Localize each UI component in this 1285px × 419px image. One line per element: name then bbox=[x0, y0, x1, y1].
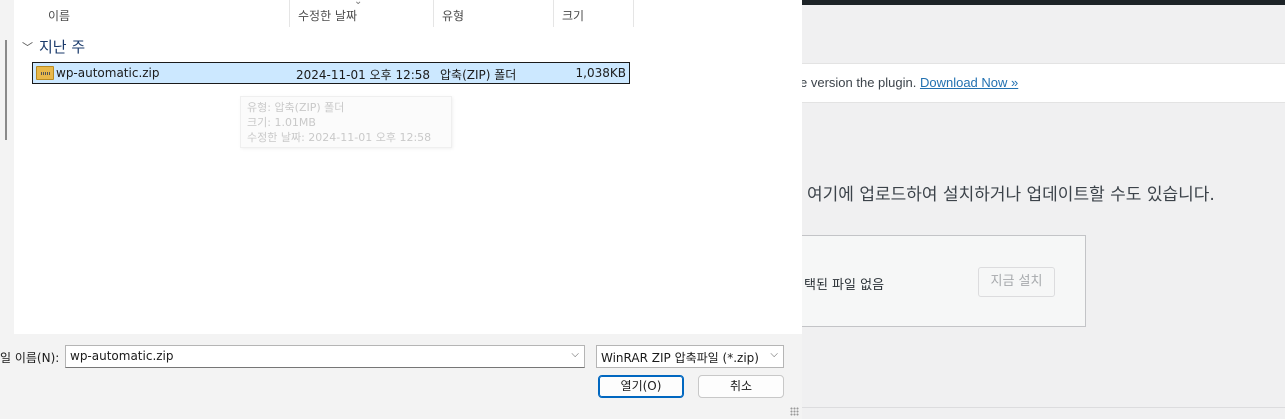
resize-grip-icon[interactable] bbox=[790, 407, 799, 416]
file-info-tooltip: 유형: 압축(ZIP) 폴더 크기: 1.01MB 수정한 날짜: 2024-1… bbox=[240, 96, 452, 148]
tooltip-type: 유형: 압축(ZIP) 폴더 bbox=[247, 101, 345, 114]
cancel-button[interactable]: 취소 bbox=[698, 375, 784, 398]
navigation-pane-scrollbar[interactable] bbox=[0, 0, 14, 334]
notice-text: e version the plugin. bbox=[800, 75, 920, 90]
filename-value: wp-automatic.zip bbox=[70, 349, 174, 363]
admin-bar bbox=[800, 0, 1285, 5]
chevron-down-icon: ﹀ bbox=[22, 40, 33, 54]
sort-arrow-icon: ⌄ bbox=[354, 0, 363, 7]
zip-folder-icon bbox=[36, 66, 54, 80]
no-file-selected-text: 택된 파일 없음 bbox=[804, 278, 885, 293]
divider bbox=[800, 407, 1285, 408]
filename-label: 일 이름(N): bbox=[0, 351, 60, 365]
file-type-value: WinRAR ZIP 압축파일 (*.zip) bbox=[601, 351, 759, 365]
plugin-notice: e version the plugin. Download Now » bbox=[800, 63, 1285, 103]
file-name: wp-automatic.zip bbox=[56, 66, 160, 80]
column-header-type[interactable]: 유형 bbox=[434, 0, 554, 27]
install-now-button[interactable]: 지금 설치 bbox=[978, 267, 1055, 297]
column-header-name[interactable]: 이름 bbox=[40, 0, 290, 27]
column-header-size[interactable]: 크기 bbox=[554, 0, 634, 27]
group-header-last-week[interactable]: ﹀ 지난 주 bbox=[22, 36, 85, 57]
column-header-modified-label: 수정한 날짜 bbox=[298, 9, 358, 23]
file-open-dialog: 이름 수정한 날짜 ⌄ 유형 크기 ﹀ 지난 주 wp-automatic.zi… bbox=[0, 0, 802, 419]
file-list-view[interactable]: 이름 수정한 날짜 ⌄ 유형 크기 ﹀ 지난 주 wp-automatic.zi… bbox=[14, 0, 802, 334]
file-type-select[interactable]: WinRAR ZIP 압축파일 (*.zip) ⌵ bbox=[596, 345, 784, 368]
file-size: 1,038KB bbox=[575, 66, 626, 80]
dialog-footer: 일 이름(N): wp-automatic.zip ⌵ WinRAR ZIP 압… bbox=[0, 334, 802, 419]
chevron-down-icon[interactable]: ⌵ bbox=[571, 349, 579, 360]
file-row-selected[interactable]: wp-automatic.zip 2024-11-01 오후 12:58 압축(… bbox=[32, 62, 630, 84]
chevron-down-icon: ⌵ bbox=[770, 349, 778, 360]
tooltip-modified: 수정한 날짜: 2024-11-01 오후 12:58 bbox=[247, 131, 432, 144]
tooltip-size: 크기: 1.01MB bbox=[247, 116, 316, 129]
upload-description: 여기에 업로드하여 설치하거나 업데이트할 수도 있습니다. bbox=[807, 185, 1215, 205]
file-modified: 2024-11-01 오후 12:58 bbox=[296, 68, 431, 82]
download-now-link[interactable]: Download Now » bbox=[920, 75, 1018, 90]
scrollbar-thumb[interactable] bbox=[5, 40, 7, 140]
file-type: 압축(ZIP) 폴더 bbox=[440, 68, 517, 82]
group-label: 지난 주 bbox=[39, 38, 86, 56]
column-header-row: 이름 수정한 날짜 ⌄ 유형 크기 bbox=[14, 0, 802, 27]
open-button[interactable]: 열기(O) bbox=[598, 375, 684, 398]
upload-plugin-box: 택된 파일 없음 지금 설치 bbox=[800, 235, 1086, 327]
filename-input[interactable]: wp-automatic.zip ⌵ bbox=[65, 345, 585, 368]
wordpress-background-page: e version the plugin. Download Now » 여기에… bbox=[800, 0, 1285, 419]
